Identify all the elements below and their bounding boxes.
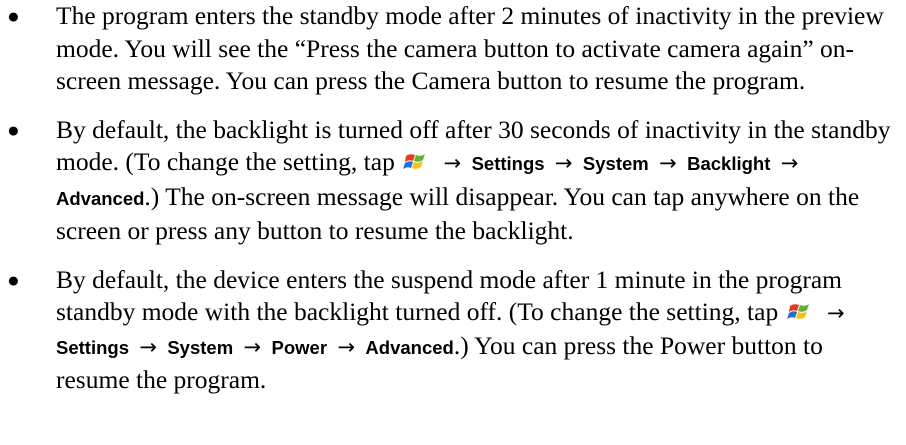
arrow-icon: → bbox=[243, 334, 262, 359]
arrow-icon: → bbox=[337, 334, 356, 359]
arrow-icon: → bbox=[659, 151, 677, 175]
bullet-text-tail: .) The on-screen message will disappear.… bbox=[56, 181, 860, 246]
ui-label-power: Power bbox=[271, 336, 328, 358]
bullet-icon: ● bbox=[7, 267, 20, 292]
ui-label-system: System bbox=[582, 153, 649, 174]
bullet-item-backlight: ● By default, the backlight is turned of… bbox=[0, 114, 906, 248]
document-body: ● The program enters the standby mode af… bbox=[0, 0, 906, 397]
arrow-icon: → bbox=[780, 151, 799, 175]
bullet-item-suspend: ● By default, the device enters the susp… bbox=[0, 264, 906, 397]
arrow-icon: → bbox=[443, 151, 462, 175]
bullet-icon: ● bbox=[7, 117, 20, 142]
ui-label-advanced: Advanced bbox=[365, 336, 454, 358]
windows-start-icon bbox=[403, 151, 431, 173]
ui-label-system: System bbox=[167, 336, 234, 358]
ui-label-backlight: Backlight bbox=[687, 153, 771, 174]
bullet-icon: ● bbox=[7, 4, 20, 28]
ui-label-settings: Settings bbox=[471, 153, 545, 174]
windows-start-icon bbox=[786, 301, 815, 323]
ui-label-advanced: Advanced bbox=[56, 187, 145, 209]
bullet-item-standby: ● The program enters the standby mode af… bbox=[0, 0, 906, 98]
ui-label-settings: Settings bbox=[56, 336, 129, 358]
arrow-icon: → bbox=[554, 151, 573, 175]
bullet-text: The program enters the standby mode afte… bbox=[56, 1, 884, 95]
arrow-icon: → bbox=[139, 334, 157, 359]
arrow-icon: → bbox=[826, 301, 845, 325]
bullet-text: By default, the device enters the suspen… bbox=[56, 264, 843, 327]
